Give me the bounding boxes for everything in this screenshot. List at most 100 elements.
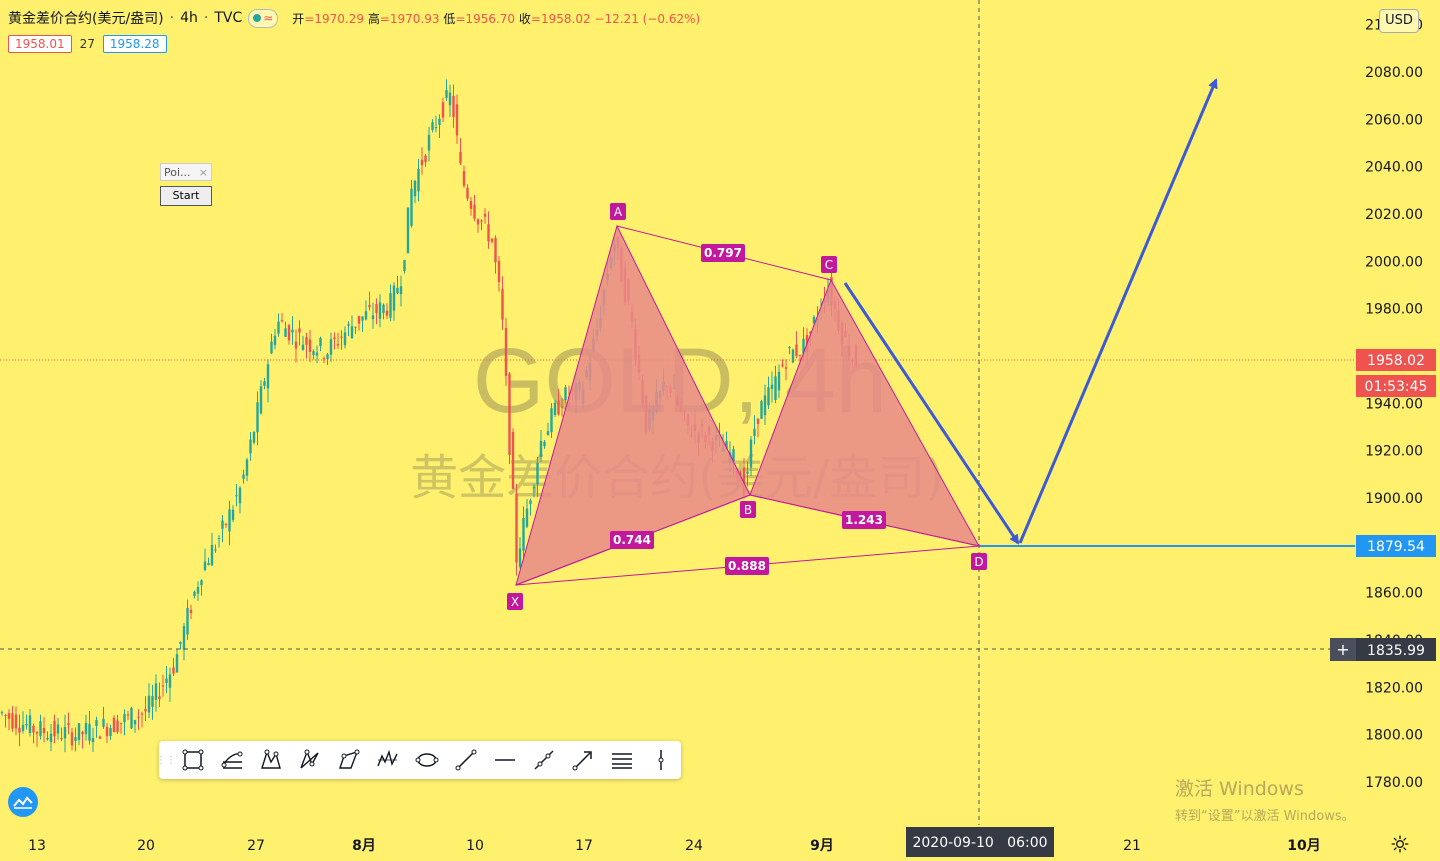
candle-body <box>294 341 298 349</box>
parallel-channel-icon[interactable] <box>602 741 641 779</box>
time-axis[interactable]: 1320278月1017249月142110月 <box>0 826 1440 861</box>
candle-body <box>168 674 172 688</box>
candle-body <box>487 224 490 242</box>
candle-body <box>221 520 224 529</box>
candle-body <box>224 523 228 525</box>
ratio-label-xb: 0.744 <box>610 531 654 549</box>
symbol-header[interactable]: 黄金差价合约(美元/盎司) · 4h · TVC ≈ 开=1970.29 高=1… <box>8 8 700 28</box>
candle-body <box>298 328 301 333</box>
abcd-pattern-icon[interactable] <box>329 741 368 779</box>
candle-body <box>399 286 403 295</box>
ellipse-icon[interactable] <box>407 741 446 779</box>
candle-body <box>326 354 329 360</box>
candle-body <box>466 187 469 199</box>
candle-body <box>266 364 270 389</box>
candle-body <box>49 733 53 742</box>
candle-body <box>284 328 287 337</box>
current-price-tag: 1958.02 <box>1356 349 1436 371</box>
price-axis[interactable]: 2100.002080.002060.002040.002020.002000.… <box>1356 0 1440 825</box>
candle-body <box>389 293 392 318</box>
ask-price[interactable]: 1958.28 <box>102 35 167 53</box>
elliott-wave-icon[interactable] <box>368 741 407 779</box>
candle-body <box>147 695 151 713</box>
start-button[interactable]: Start <box>160 186 212 206</box>
vertical-line-icon[interactable] <box>641 741 680 779</box>
candle-body <box>14 714 18 729</box>
close-icon[interactable]: × <box>199 166 208 179</box>
info-line-icon[interactable] <box>524 741 563 779</box>
fib-icon[interactable] <box>212 741 251 779</box>
crosshair-price-value: 1835.99 <box>1367 643 1425 659</box>
candle-body <box>116 720 119 733</box>
price-tick-label: 1920.00 <box>1365 444 1423 460</box>
candle-body <box>529 500 532 504</box>
candle-body <box>406 207 410 254</box>
candle-body <box>137 716 140 718</box>
activation-line-1: 激活 Windows <box>1175 778 1304 800</box>
crosshair-price-tag[interactable]: + 1835.99 <box>1330 638 1436 661</box>
candle-body <box>490 238 494 242</box>
price-tick-label: 1800.00 <box>1365 728 1423 744</box>
drag-handle-icon[interactable]: ⋮⋮ <box>156 741 176 779</box>
candle-body <box>774 376 777 400</box>
candle-body <box>207 563 210 566</box>
interval-label[interactable]: 4h <box>180 10 198 26</box>
widget-title: Poi... <box>164 165 191 179</box>
candle-body <box>308 339 312 352</box>
svg-text:D: D <box>974 555 983 569</box>
tradingview-logo-icon[interactable] <box>8 787 38 817</box>
time-tick-label: 20 <box>137 838 155 854</box>
bid-ask-panel[interactable]: 1958.01 27 1958.28 <box>8 35 167 53</box>
candle-body <box>333 337 336 339</box>
candle-body <box>11 713 14 729</box>
up-projection-arrow[interactable] <box>1018 78 1218 544</box>
candle-body <box>42 727 46 734</box>
candle-body <box>749 439 753 468</box>
candle-body <box>249 439 252 454</box>
horizontal-ray-icon[interactable] <box>485 741 524 779</box>
candle-body <box>434 127 438 129</box>
candle-body <box>210 544 214 566</box>
chart-canvas[interactable]: GOLD, 4h 黄金差价合约(美元/盎司) X A B C D 0.797 0… <box>0 0 1440 861</box>
candle-body <box>361 316 364 321</box>
candle-body <box>140 713 144 715</box>
symbol-name[interactable]: 黄金差价合约(美元/盎司) <box>8 8 164 28</box>
candle-body <box>91 737 95 743</box>
candle-body <box>798 354 802 356</box>
cypher-pattern-icon[interactable] <box>290 741 329 779</box>
trend-line-icon[interactable] <box>446 741 485 779</box>
widget-title-bar[interactable]: Poi... × <box>160 163 212 181</box>
point-label-d: D <box>971 553 987 570</box>
drawing-toolbar[interactable]: ⋮⋮ <box>156 741 681 779</box>
candle-body <box>252 432 256 443</box>
candle-body <box>133 720 137 725</box>
candle-body <box>28 715 32 734</box>
candle-body <box>67 723 70 726</box>
candle-body <box>452 95 455 118</box>
candle-body <box>445 90 448 98</box>
target-price-tag: 1879.54 <box>1356 535 1436 557</box>
candle-body <box>312 351 315 355</box>
rectangle-icon[interactable] <box>173 741 212 779</box>
candle-body <box>760 401 763 419</box>
candle-body <box>242 474 245 479</box>
current-price-value: 1958.02 <box>1367 353 1425 369</box>
xabcd-pattern-icon[interactable] <box>251 741 290 779</box>
gear-icon[interactable] <box>1390 834 1410 854</box>
candle-body <box>179 642 182 644</box>
candle-body <box>77 723 81 741</box>
candle-body <box>53 720 56 737</box>
candle-body <box>154 683 158 700</box>
bid-price[interactable]: 1958.01 <box>8 35 72 53</box>
currency-button[interactable]: USD <box>1379 9 1419 33</box>
candle-body <box>543 441 546 447</box>
arrow-icon[interactable] <box>563 741 602 779</box>
candle-body <box>770 384 774 389</box>
candle-body <box>203 561 207 571</box>
point-widget[interactable]: Poi... × Start <box>160 163 212 206</box>
point-label-b: B <box>740 501 756 518</box>
candle-body <box>144 708 147 712</box>
market-status[interactable]: ≈ <box>248 8 279 28</box>
time-tick-label: 17 <box>575 838 593 854</box>
candle-body <box>553 402 557 415</box>
